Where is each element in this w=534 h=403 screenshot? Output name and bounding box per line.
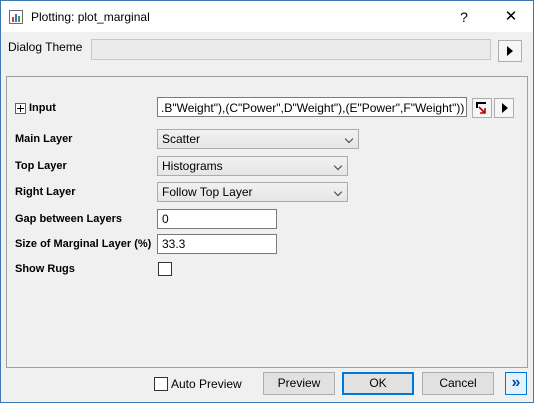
input-range-field[interactable]: .B"Weight"),(C"Power",D"Weight"),(E"Powe… [157,97,467,117]
right-layer-value: Follow Top Layer [162,185,253,199]
dialog-theme-field[interactable] [91,39,491,60]
auto-preview-checkbox[interactable] [154,377,168,391]
settings-panel: Input .B"Weight"),(C"Power",D"Weight"),(… [6,76,528,368]
input-menu-button[interactable] [494,98,514,118]
main-layer-value: Scatter [162,132,201,146]
preview-button[interactable]: Preview [263,372,335,395]
right-layer-select[interactable]: Follow Top Layer [157,182,348,202]
dialog-window: Plotting: plot_marginal ? ✕ Dialog Theme… [0,0,534,403]
play-arrow-icon [507,46,513,56]
help-button[interactable]: ? [449,6,479,28]
top-layer-select[interactable]: Histograms [157,156,348,176]
title-bar[interactable]: Plotting: plot_marginal ? ✕ [1,1,533,32]
range-select-button[interactable] [472,98,492,118]
main-layer-select[interactable]: Scatter [157,129,359,149]
input-label: Input [29,102,56,114]
range-select-icon [476,102,486,114]
marginal-size-label: Size of Marginal Layer (%) [15,238,152,250]
window-title: Plotting: plot_marginal [31,10,150,24]
ok-button[interactable]: OK [342,372,414,395]
chevron-down-icon [333,161,343,171]
play-arrow-icon [502,103,508,113]
dialog-theme-label: Dialog Theme [8,40,83,54]
double-chevron-right-icon: » [511,374,521,391]
top-layer-value: Histograms [162,159,223,173]
close-button[interactable]: ✕ [493,6,529,28]
gap-between-layers-label: Gap between Layers [15,213,122,225]
cancel-button[interactable]: Cancel [422,372,494,395]
gap-between-layers-field[interactable]: 0 [157,209,277,229]
right-layer-label: Right Layer [15,186,76,198]
top-layer-label: Top Layer [15,160,67,172]
chevron-down-icon [333,187,343,197]
marginal-size-field[interactable]: 33.3 [157,234,277,254]
chevron-down-icon [344,134,354,144]
show-rugs-label: Show Rugs [15,263,75,275]
show-rugs-checkbox[interactable] [158,262,172,276]
dialog-theme-menu-button[interactable] [498,40,522,62]
expand-dialog-button[interactable]: » [505,372,527,395]
app-icon [9,10,23,24]
expand-plus-icon[interactable] [15,103,26,114]
auto-preview-label: Auto Preview [171,377,242,391]
main-layer-label: Main Layer [15,133,73,145]
